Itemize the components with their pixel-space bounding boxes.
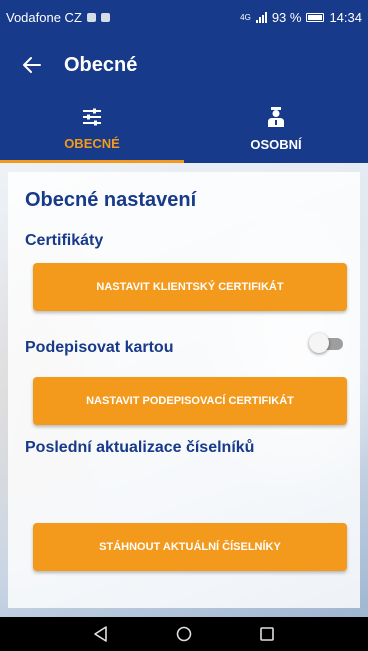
app-bar: Obecné <box>0 35 368 95</box>
signal-icon <box>255 12 267 23</box>
tab-bar: OBECNÉ OSOBNÍ <box>0 95 368 163</box>
gallery-icon <box>100 13 110 22</box>
notification-icon <box>86 13 96 22</box>
certificates-label: Certifikáty <box>25 232 104 249</box>
nav-home-button[interactable] <box>164 617 204 651</box>
tab-general[interactable]: OBECNÉ <box>0 95 184 163</box>
sign-with-card-toggle[interactable] <box>309 333 343 353</box>
status-left: Vodafone CZ <box>6 10 110 25</box>
set-signing-certificate-button[interactable]: NASTAVIT PODEPISOVACÍ CERTIFIKÁT <box>33 377 347 425</box>
battery-percent: 93 % <box>271 10 302 25</box>
tab-personal-label: OSOBNÍ <box>250 136 302 152</box>
status-bar: Vodafone CZ 4G 93 % 14:34 <box>0 0 368 35</box>
nav-recents-icon <box>259 627 274 641</box>
nav-recents-button[interactable] <box>247 617 287 651</box>
status-right: 4G 93 % 14:34 <box>240 10 362 25</box>
nav-back-button[interactable] <box>81 617 121 651</box>
set-client-certificate-button[interactable]: NASTAVIT KLIENTSKÝ CERTIFIKÁT <box>33 263 347 311</box>
section-heading: Obecné nastavení <box>25 189 197 211</box>
nav-back-icon <box>94 626 108 642</box>
network-type: 4G <box>240 12 251 22</box>
arrow-left-icon <box>23 57 41 73</box>
toggle-thumb <box>309 333 329 353</box>
nav-home-icon <box>176 626 192 642</box>
settings-card: Obecné nastavení Certifikáty NASTAVIT KL… <box>8 172 360 608</box>
last-update-label: Poslední aktualizace číselníků <box>25 439 255 456</box>
sign-with-card-label: Podepisovat kartou <box>25 339 174 356</box>
battery-icon <box>306 13 325 22</box>
back-button[interactable] <box>0 35 64 95</box>
carrier-name: Vodafone CZ <box>6 10 82 25</box>
clock: 14:34 <box>329 10 362 25</box>
tab-general-label: OBECNÉ <box>64 135 120 151</box>
download-codelists-button[interactable]: STÁHNOUT AKTUÁLNÍ ČÍSELNÍKY <box>33 523 347 571</box>
person-icon <box>268 106 284 127</box>
tab-personal[interactable]: OSOBNÍ <box>184 95 368 163</box>
page-title: Obecné <box>64 53 138 76</box>
system-nav-bar <box>0 617 368 651</box>
sliders-icon <box>83 108 101 125</box>
